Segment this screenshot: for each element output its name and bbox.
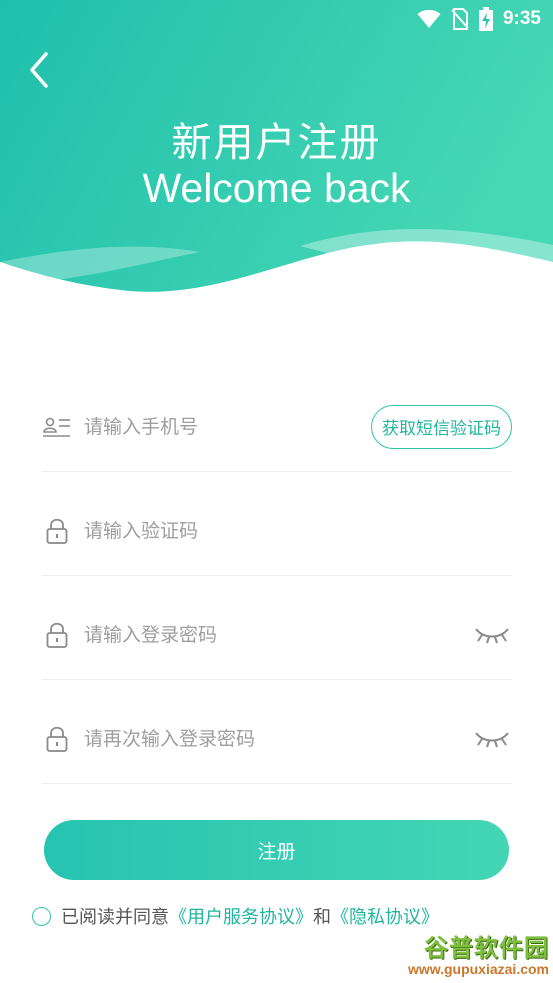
status-bar: 9:35 [0, 0, 553, 38]
register-button[interactable]: 注册 [44, 820, 509, 880]
contact-card-icon [42, 412, 72, 442]
verification-code-field [42, 486, 512, 576]
confirm-password-input[interactable] [84, 718, 472, 759]
agreement-radio[interactable] [32, 906, 51, 926]
eye-closed-icon[interactable] [472, 724, 512, 754]
eye-closed-icon[interactable] [472, 620, 512, 650]
lock-icon [42, 724, 72, 754]
lock-icon [42, 516, 72, 546]
battery-charging-icon [478, 7, 493, 31]
page-subtitle: Welcome back [142, 165, 411, 211]
watermark-title: 谷普软件园 [424, 934, 549, 962]
password-input[interactable] [84, 614, 472, 655]
back-button[interactable] [22, 50, 58, 90]
wifi-icon [417, 9, 441, 28]
phone-field: 获取短信验证码 [42, 382, 512, 472]
no-sim-icon [451, 8, 469, 30]
watermark: 谷普软件园 www.gupuxiazai.com [408, 928, 549, 977]
agreement-prefix: 已阅读并同意 [61, 907, 169, 928]
verification-code-input[interactable] [84, 510, 512, 551]
page-title: 新用户注册 [171, 120, 382, 166]
privacy-policy-link[interactable]: 《隐私协议》 [331, 903, 439, 929]
user-agreement-link[interactable]: 《用户服务协议》 [169, 903, 313, 929]
watermark-url: www.gupuxiazai.com [407, 961, 549, 977]
get-sms-code-button[interactable]: 获取短信验证码 [371, 404, 512, 449]
back-arrow-icon [30, 52, 48, 88]
confirm-password-field [42, 694, 512, 784]
password-field [42, 590, 512, 680]
lock-icon [42, 620, 72, 650]
header: 9:35 新用户注册 Welcome back [0, 0, 553, 300]
status-time: 9:35 [502, 8, 541, 29]
phone-input[interactable] [84, 406, 371, 447]
agreement-and: 和 [313, 907, 331, 928]
